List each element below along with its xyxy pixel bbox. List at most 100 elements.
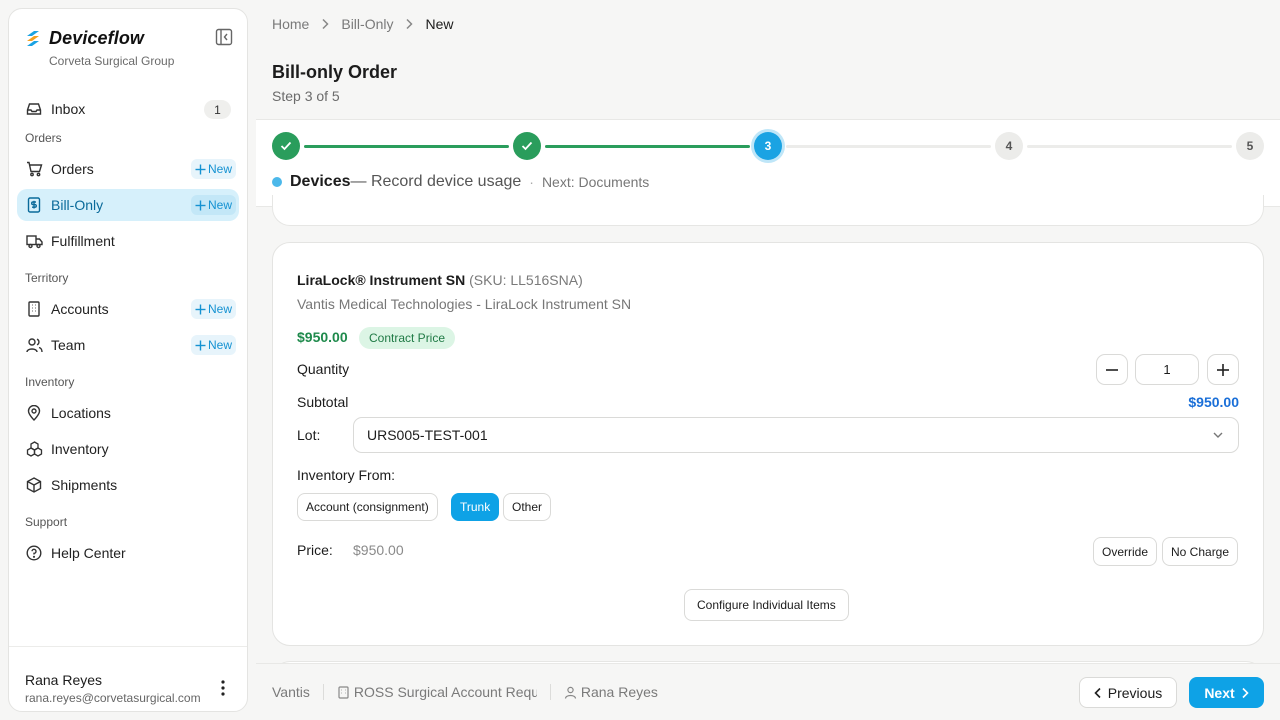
device-price: $950.00 [297, 329, 348, 345]
step-3-current[interactable]: 3 [754, 132, 782, 160]
user-name: Rana Reyes [25, 672, 103, 688]
sidebar-item-label: Inbox [51, 101, 86, 117]
device-sku: (SKU: LL516SNA) [469, 272, 583, 288]
receipt-dollar-icon [25, 196, 43, 214]
sidebar-item-label: Team [51, 337, 86, 353]
section-label-territory: Territory [25, 271, 69, 285]
new-team-member-button[interactable]: New [190, 335, 236, 355]
step-connector [545, 145, 750, 148]
quantity-label: Quantity [297, 361, 350, 377]
section-label-orders: Orders [25, 131, 62, 145]
lot-value: URS005-TEST-001 [367, 427, 488, 443]
footer-account: ROSS Surgical Account Requ [337, 684, 537, 700]
new-label: New [207, 198, 232, 212]
breadcrumb-bill-only[interactable]: Bill-Only [341, 16, 393, 32]
plus-icon [195, 200, 206, 210]
plus-icon [195, 304, 206, 314]
chevron-right-icon [1242, 687, 1249, 698]
sidebar-item-orders[interactable]: Orders New [17, 153, 239, 185]
plus-icon [195, 164, 206, 174]
sidebar-item-inventory[interactable]: Inventory [17, 433, 239, 465]
next-button[interactable]: Next [1189, 677, 1264, 708]
decrement-quantity-button[interactable] [1096, 354, 1128, 385]
next-label: Next [1204, 684, 1235, 701]
chevron-right-icon [321, 18, 329, 30]
new-account-button[interactable]: New [190, 299, 236, 319]
breadcrumb-current: New [425, 16, 454, 32]
previous-button[interactable]: Previous [1079, 677, 1177, 708]
new-label: New [207, 162, 232, 176]
step-1-complete[interactable] [272, 132, 300, 160]
device-card: LiraLock® Instrument SN (SKU: LL516SNA) … [272, 242, 1264, 646]
sidebar-item-team[interactable]: Team New [17, 329, 239, 361]
step-caption: Devices — Record device usage · Next: Do… [272, 172, 649, 192]
lot-label: Lot: [297, 427, 321, 443]
sidebar-item-bill-only[interactable]: Bill-Only New [17, 189, 239, 221]
step-connector [1027, 145, 1232, 148]
separator-dot: · [529, 174, 534, 190]
breadcrumb-home[interactable]: Home [272, 16, 309, 32]
step-2-complete[interactable] [513, 132, 541, 160]
sidebar-item-label: Help Center [51, 545, 126, 561]
section-label-support: Support [25, 515, 68, 529]
step-5[interactable]: 5 [1236, 132, 1264, 160]
current-step-description: — Record device usage [350, 173, 522, 190]
boxes-icon [25, 440, 43, 458]
building-icon [25, 300, 43, 318]
new-order-button[interactable]: New [190, 159, 236, 179]
footer-account-name: ROSS Surgical Account Requ [353, 684, 537, 700]
new-label: New [207, 302, 232, 316]
help-circle-icon [25, 544, 43, 562]
collapse-sidebar-icon[interactable] [215, 28, 233, 46]
new-bill-only-button[interactable]: New [190, 195, 236, 215]
section-label-inventory: Inventory [25, 375, 75, 389]
no-charge-button[interactable]: No Charge [1162, 537, 1239, 566]
step-connector [786, 145, 991, 148]
page-subtitle: Step 3 of 5 [272, 88, 340, 104]
sidebar-item-accounts[interactable]: Accounts New [17, 293, 239, 325]
truck-icon [25, 232, 43, 250]
plus-icon [195, 340, 206, 350]
lot-select[interactable]: URS005-TEST-001 [353, 417, 1239, 453]
sidebar-item-label: Inventory [51, 441, 109, 457]
increment-quantity-button[interactable] [1207, 354, 1239, 385]
subtotal-label: Subtotal [297, 394, 349, 410]
subtotal-value: $950.00 [1188, 394, 1239, 410]
chevron-right-icon [405, 18, 414, 30]
check-icon [521, 141, 533, 151]
step-4[interactable]: 4 [995, 132, 1023, 160]
sidebar-item-locations[interactable]: Locations [17, 397, 239, 429]
configure-individual-items-button[interactable]: Configure Individual Items [684, 589, 849, 621]
order-context: Vantis ROSS Surgical Account Requ Rana R… [272, 684, 658, 700]
sidebar-item-label: Bill-Only [51, 197, 104, 213]
footer-rep: Rana Reyes [580, 684, 658, 700]
divider [549, 684, 551, 700]
inventory-option-trunk[interactable]: Trunk [451, 493, 500, 521]
inbox-icon [25, 100, 43, 118]
sidebar-item-inbox[interactable]: Inbox 1 [17, 93, 239, 125]
user-email: rana.reyes@corvetasurgical.com [25, 691, 201, 705]
sidebar-item-fulfillment[interactable]: Fulfillment [17, 225, 239, 257]
sidebar-item-label: Shipments [51, 477, 118, 493]
quantity-input[interactable]: 1 [1135, 354, 1199, 385]
stepper: 3 4 5 Devices — Record device usage · Ne… [256, 119, 1280, 207]
sidebar: Deviceflow Corveta Surgical Group Inbox … [8, 8, 248, 712]
sidebar-item-help-center[interactable]: Help Center [17, 537, 239, 569]
sidebar-item-shipments[interactable]: Shipments [17, 469, 239, 501]
previous-label: Previous [1107, 684, 1163, 701]
users-icon [25, 336, 43, 354]
price-label: Price: [297, 542, 333, 558]
inventory-option-other[interactable]: Other [503, 493, 552, 521]
plus-icon [1217, 363, 1229, 376]
brand[interactable]: Deviceflow [25, 27, 144, 49]
check-icon [280, 141, 292, 151]
divider [322, 684, 324, 700]
package-icon [25, 476, 43, 494]
cart-icon [25, 160, 43, 178]
inventory-from-label: Inventory From: [297, 467, 396, 483]
inventory-option-account-consignment[interactable]: Account (consignment) [297, 493, 438, 521]
override-button[interactable]: Override [1093, 537, 1158, 566]
org-name: Corveta Surgical Group [49, 54, 175, 68]
more-vertical-icon[interactable] [215, 679, 231, 697]
app-name: Deviceflow [49, 27, 145, 48]
